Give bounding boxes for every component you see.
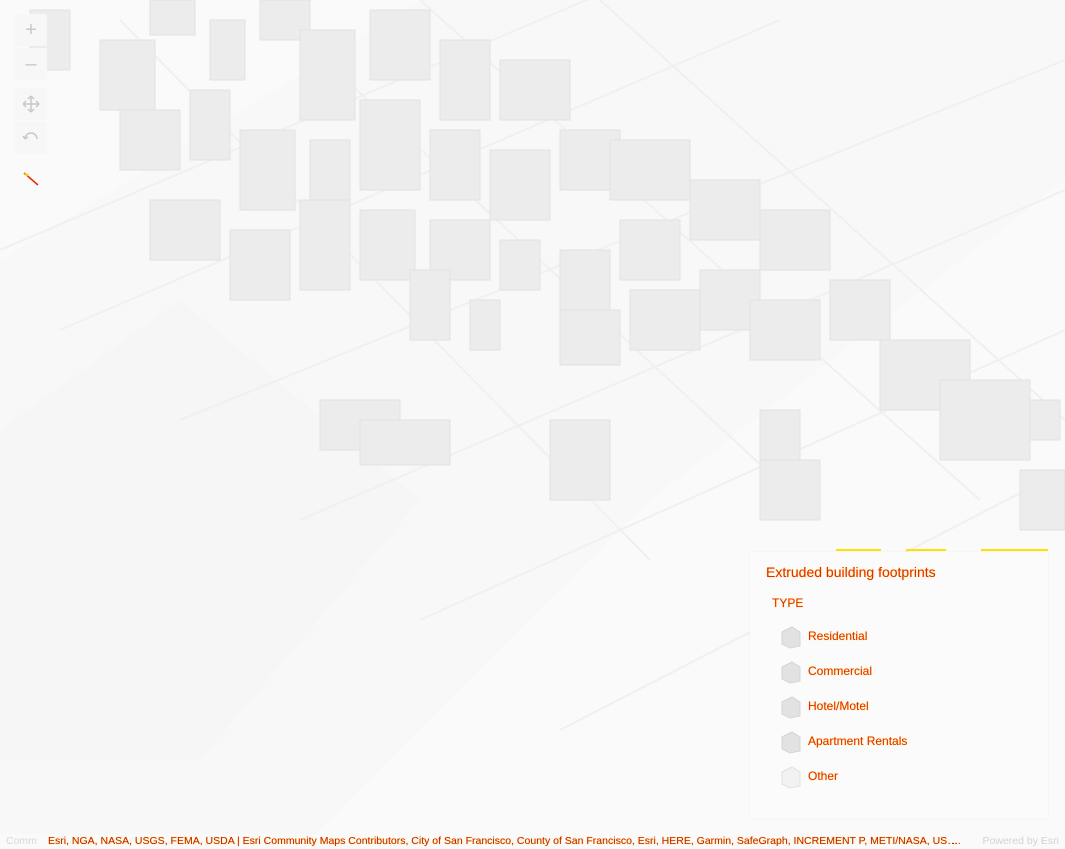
attribution-bar: Comm Esri, NGA, NASA, USGS, FEMA, USDA |… bbox=[0, 834, 1065, 849]
legend-panel: Extruded building footprints TYPE Reside… bbox=[750, 552, 1048, 818]
attribution-text[interactable]: Esri, NGA, NASA, USGS, FEMA, USDA | Esri… bbox=[48, 835, 958, 847]
building-swatch-icon bbox=[781, 696, 801, 719]
building-swatch-icon bbox=[781, 731, 801, 754]
rotate-button[interactable] bbox=[15, 122, 47, 154]
legend-item-label: Apartment Rentals bbox=[808, 734, 908, 748]
attribution-ellipsis: ... bbox=[952, 835, 961, 847]
compass-button[interactable] bbox=[15, 162, 47, 194]
attribution-prefix: Comm bbox=[6, 835, 37, 847]
zoom-out-button[interactable]: – bbox=[15, 48, 47, 80]
building-swatch-icon bbox=[781, 766, 801, 789]
pan-arrows-icon bbox=[22, 95, 40, 113]
powered-by-esri-link[interactable]: Powered by Esri bbox=[983, 835, 1059, 847]
legend-item-label: Commercial bbox=[808, 664, 873, 678]
building-swatch-icon bbox=[781, 661, 801, 684]
legend-item-label: Other bbox=[808, 769, 839, 783]
pan-button[interactable] bbox=[15, 88, 47, 120]
compass-needle-icon bbox=[21, 168, 41, 188]
legend-item-label: Residential bbox=[808, 629, 868, 643]
legend-title: Extruded building footprints bbox=[766, 564, 936, 580]
plus-icon: + bbox=[25, 19, 37, 41]
minus-icon: – bbox=[25, 53, 37, 75]
zoom-in-button[interactable]: + bbox=[15, 14, 47, 46]
legend-field-label: TYPE bbox=[772, 596, 804, 610]
legend-item-label: Hotel/Motel bbox=[808, 699, 869, 713]
building-swatch-icon bbox=[781, 626, 801, 649]
rotate-icon bbox=[22, 129, 40, 147]
legend-highlight-line bbox=[836, 549, 1048, 551]
